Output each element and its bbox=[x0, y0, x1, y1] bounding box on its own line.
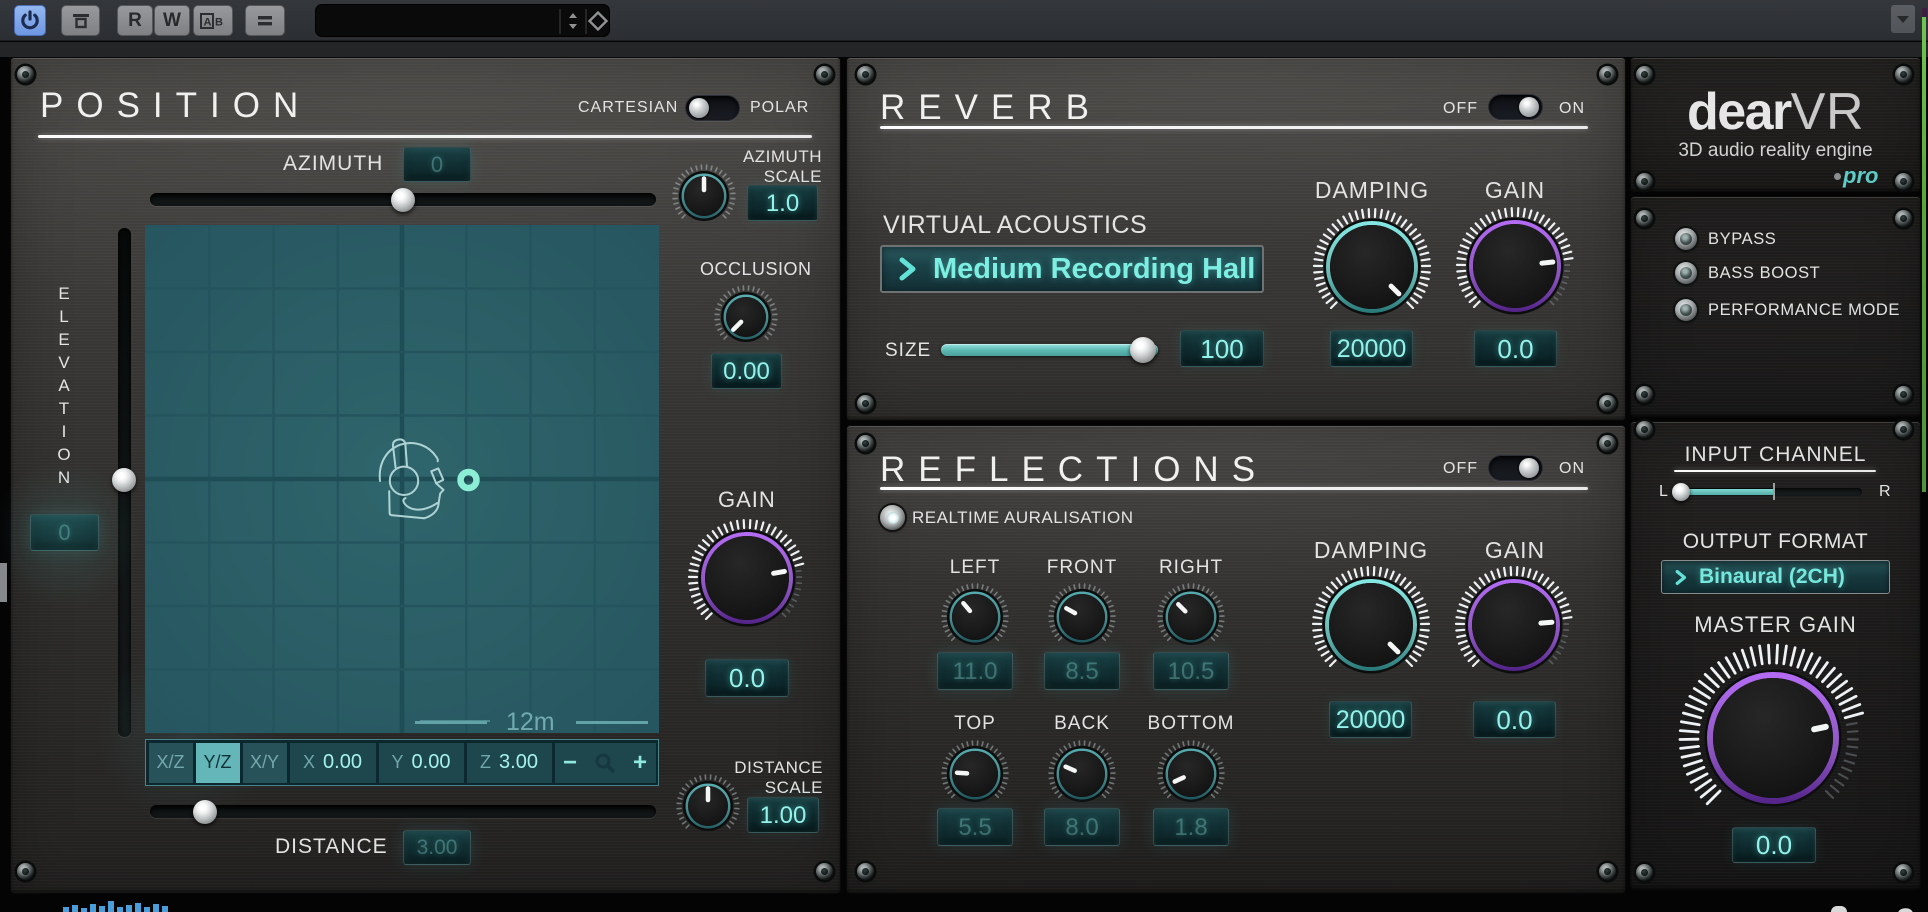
svg-text:B: B bbox=[215, 16, 223, 28]
svg-text:A: A bbox=[204, 16, 212, 28]
